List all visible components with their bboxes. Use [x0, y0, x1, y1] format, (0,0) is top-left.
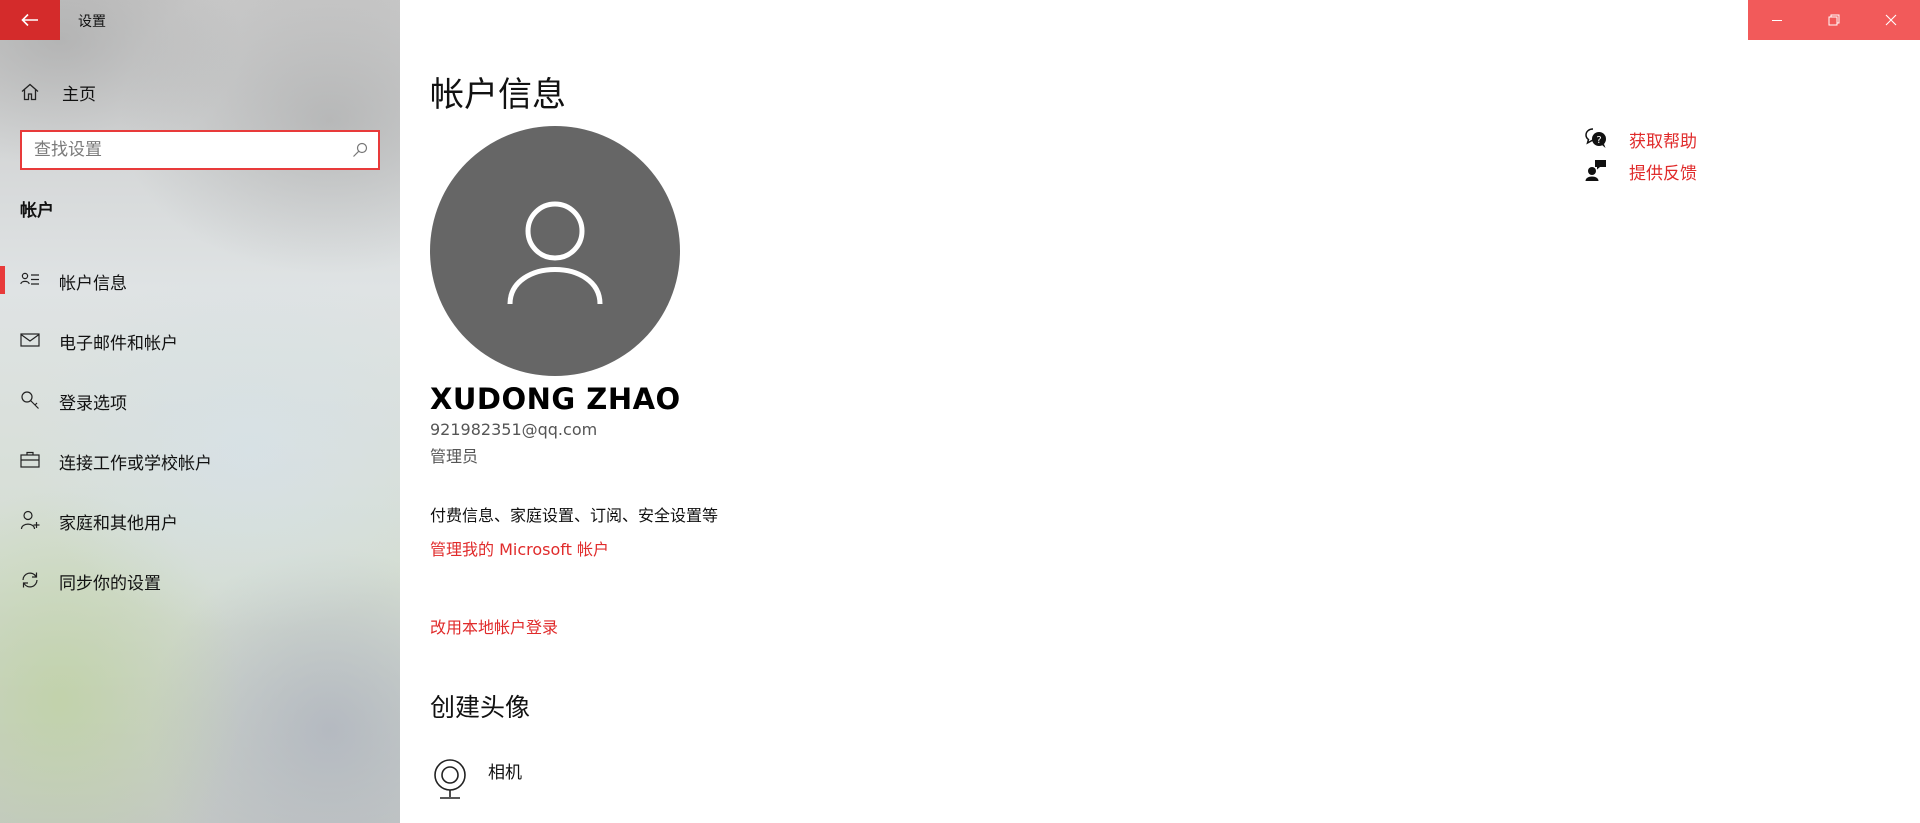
sidebar-item-label: 登录选项 [59, 394, 127, 414]
sidebar-item-label: 连接工作或学校帐户 [59, 454, 212, 474]
sidebar-item-label: 电子邮件和帐户 [59, 334, 178, 354]
sync-icon [22, 572, 38, 588]
section-heading: 帐户 [20, 201, 54, 221]
close-button[interactable] [1862, 0, 1919, 40]
window-controls [1748, 0, 1920, 40]
sidebar-item-email[interactable]: 电子邮件和帐户 [0, 320, 400, 360]
briefcase-icon [20, 451, 40, 468]
selected-indicator [0, 266, 5, 294]
feedback-label: 提供反馈 [1629, 164, 1697, 184]
main-content: 帐户信息 XUDONG ZHAO 921982351@qq.com 管理员 付费… [400, 0, 1920, 823]
arrow-left-icon [21, 13, 38, 27]
create-avatar-heading: 创建头像 [430, 693, 531, 722]
camera-label: 相机 [488, 763, 522, 783]
search-box[interactable] [20, 130, 380, 170]
sidebar: 设置 主页 帐户 帐户信息 电子邮件和帐户 [0, 0, 400, 823]
get-help-label: 获取帮助 [1629, 132, 1697, 152]
manage-microsoft-account-link[interactable]: 管理我的 Microsoft 帐户 [430, 536, 609, 560]
sidebar-item-work-school[interactable]: 连接工作或学校帐户 [0, 440, 400, 480]
user-email: 921982351@qq.com [430, 420, 598, 439]
sidebar-item-sign-in[interactable]: 登录选项 [0, 380, 400, 420]
search-input[interactable] [34, 140, 352, 160]
camera-option[interactable]: 相机 [430, 752, 630, 802]
account-info-icon [20, 272, 39, 285]
user-name: XUDONG ZHAO [430, 382, 681, 416]
mail-icon [20, 333, 40, 347]
search-icon[interactable] [352, 142, 368, 158]
restore-icon [1828, 14, 1839, 26]
help-chat-icon: ? [1585, 128, 1606, 148]
sidebar-item-family[interactable]: 家庭和其他用户 [0, 500, 400, 540]
svg-text:?: ? [1596, 135, 1601, 146]
sidebar-item-home-label: 主页 [62, 84, 96, 105]
person-icon [507, 201, 603, 305]
app-title: 设置 [78, 14, 106, 30]
key-icon [21, 391, 39, 409]
user-role: 管理员 [430, 447, 479, 466]
close-icon [1885, 14, 1896, 26]
avatar [430, 126, 680, 376]
minimize-icon [1771, 20, 1782, 21]
feedback-icon [1585, 160, 1606, 181]
switch-local-account-link[interactable]: 改用本地帐户登录 [430, 614, 558, 638]
sidebar-item-account-info[interactable]: 帐户信息 [0, 260, 400, 300]
page-title: 帐户信息 [430, 75, 566, 115]
sidebar-item-label: 家庭和其他用户 [59, 514, 178, 534]
feedback-link[interactable]: 提供反馈 [1585, 156, 1785, 184]
restore-button[interactable] [1805, 0, 1862, 40]
home-icon [21, 83, 39, 101]
sidebar-item-home[interactable]: 主页 [20, 78, 96, 106]
sidebar-item-label: 帐户信息 [59, 274, 127, 294]
camera-icon [434, 759, 466, 799]
get-help-link[interactable]: ? 获取帮助 [1585, 124, 1785, 152]
person-add-icon [20, 510, 40, 530]
minimize-button[interactable] [1748, 0, 1805, 40]
billing-description: 付费信息、家庭设置、订阅、安全设置等 [430, 506, 719, 525]
back-button[interactable] [0, 0, 60, 40]
sidebar-item-label: 同步你的设置 [59, 574, 161, 594]
sidebar-item-sync[interactable]: 同步你的设置 [0, 560, 400, 600]
